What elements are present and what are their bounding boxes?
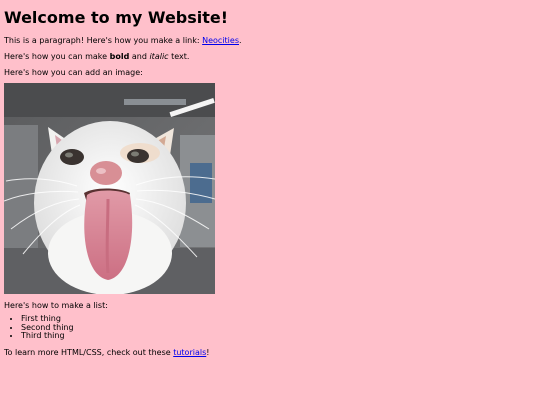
tutorial-paragraph-text-after: !	[206, 347, 210, 357]
format-paragraph-text-before: Here's how you can make	[4, 51, 110, 61]
tutorial-paragraph-text-before: To learn more HTML/CSS, check out these	[4, 347, 174, 357]
cat-image	[4, 83, 215, 295]
cat-nose-highlight	[96, 168, 106, 175]
link-paragraph: This is a paragraph! Here's how you make…	[4, 36, 534, 45]
tutorial-paragraph: To learn more HTML/CSS, check out these …	[4, 348, 534, 357]
bold-text: bold	[109, 51, 130, 61]
list-item: Third thing	[21, 332, 534, 341]
format-paragraph: Here's how you can make bold and italic …	[4, 52, 534, 61]
list-item: Second thing	[21, 323, 534, 333]
neocities-link[interactable]: Neocities	[202, 36, 239, 45]
cat-nose	[90, 161, 122, 186]
left-wall	[4, 125, 38, 256]
tutorials-link[interactable]: tutorials	[173, 348, 206, 357]
link-paragraph-text-before: This is a paragraph! Here's how you make…	[4, 35, 203, 45]
cat-left-eye	[60, 149, 84, 166]
cat-tongue-center	[105, 199, 110, 274]
image-paragraph: Here's how you can add an image:	[4, 67, 143, 77]
format-paragraph-text-middle: and	[129, 51, 150, 61]
ceiling-light-strip	[124, 99, 186, 106]
format-paragraph-text-after: text.	[168, 51, 190, 61]
cat-right-eye-shine	[131, 151, 139, 157]
thing-list: First thing Second thing Third thing	[4, 315, 534, 341]
page-content: Welcome to my Website! This is a paragra…	[4, 0, 534, 357]
cat-image-graphic	[4, 83, 215, 295]
italic-text: italic	[149, 51, 169, 61]
page-title: Welcome to my Website!	[4, 8, 229, 27]
link-paragraph-text-after: .	[239, 35, 242, 45]
list-intro: Here's how to make a list:	[4, 301, 108, 311]
list-item: First thing	[21, 315, 534, 324]
cat-left-eye-shine	[65, 152, 73, 158]
cat-right-eye	[127, 149, 149, 164]
